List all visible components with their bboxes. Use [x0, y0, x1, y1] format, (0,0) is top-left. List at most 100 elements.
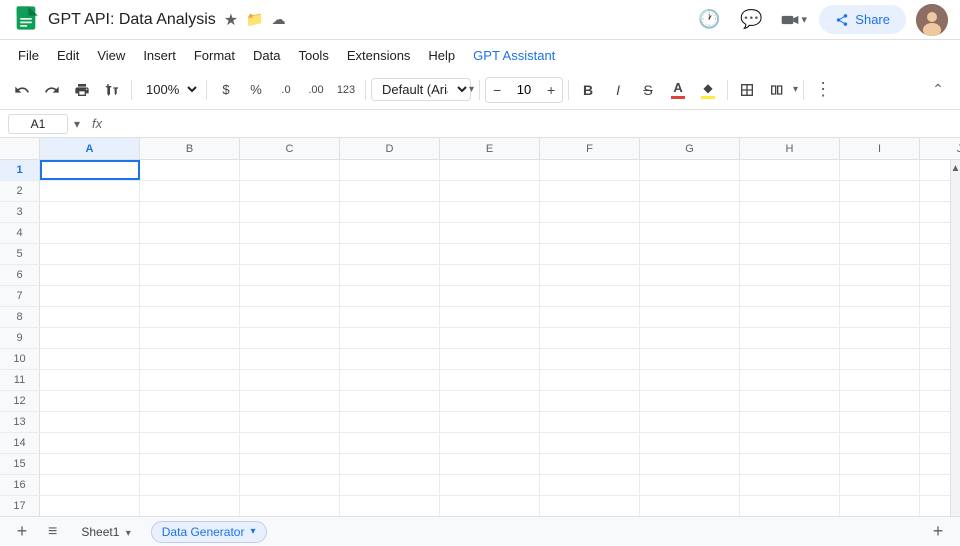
cell-f1[interactable]	[540, 160, 640, 180]
cell-i15[interactable]	[840, 454, 920, 474]
cell-f16[interactable]	[540, 475, 640, 495]
cell-e14[interactable]	[440, 433, 540, 453]
print-button[interactable]	[68, 76, 96, 104]
cell-h10[interactable]	[740, 349, 840, 369]
cell-d2[interactable]	[340, 181, 440, 201]
cell-b2[interactable]	[140, 181, 240, 201]
cell-d10[interactable]	[340, 349, 440, 369]
scroll-up-button[interactable]: ▲	[951, 160, 960, 176]
menu-edit[interactable]: Edit	[49, 44, 87, 67]
cell-e3[interactable]	[440, 202, 540, 222]
cell-d12[interactable]	[340, 391, 440, 411]
cell-f2[interactable]	[540, 181, 640, 201]
cell-c3[interactable]	[240, 202, 340, 222]
cell-f8[interactable]	[540, 307, 640, 327]
cell-a1[interactable]	[40, 160, 140, 180]
cell-i3[interactable]	[840, 202, 920, 222]
font-size-increase-button[interactable]: +	[540, 78, 562, 102]
row-num-6[interactable]: 6	[0, 265, 40, 285]
cell-i2[interactable]	[840, 181, 920, 201]
cell-a8[interactable]	[40, 307, 140, 327]
cell-b7[interactable]	[140, 286, 240, 306]
cell-f5[interactable]	[540, 244, 640, 264]
cell-f14[interactable]	[540, 433, 640, 453]
cell-h16[interactable]	[740, 475, 840, 495]
cell-h5[interactable]	[740, 244, 840, 264]
cell-e9[interactable]	[440, 328, 540, 348]
cell-d14[interactable]	[340, 433, 440, 453]
cell-e5[interactable]	[440, 244, 540, 264]
cell-d3[interactable]	[340, 202, 440, 222]
more-toolbar-button[interactable]: ⋮	[809, 76, 837, 104]
cell-c8[interactable]	[240, 307, 340, 327]
cell-b3[interactable]	[140, 202, 240, 222]
folder-icon[interactable]: 📁	[246, 11, 263, 28]
cell-c5[interactable]	[240, 244, 340, 264]
cell-g9[interactable]	[640, 328, 740, 348]
cell-c14[interactable]	[240, 433, 340, 453]
menu-extensions[interactable]: Extensions	[339, 44, 419, 67]
row-num-7[interactable]: 7	[0, 286, 40, 306]
strikethrough-button[interactable]: S	[634, 76, 662, 104]
fill-color-button[interactable]: ◆	[694, 76, 722, 104]
cell-f7[interactable]	[540, 286, 640, 306]
collapse-toolbar-button[interactable]: ⌃	[924, 76, 952, 104]
cell-e2[interactable]	[440, 181, 540, 201]
cell-b11[interactable]	[140, 370, 240, 390]
cell-c1[interactable]	[240, 160, 340, 180]
cell-f11[interactable]	[540, 370, 640, 390]
cell-a5[interactable]	[40, 244, 140, 264]
format-num-button[interactable]: 123	[332, 76, 360, 104]
cell-d16[interactable]	[340, 475, 440, 495]
cell-d8[interactable]	[340, 307, 440, 327]
cell-c15[interactable]	[240, 454, 340, 474]
cell-g5[interactable]	[640, 244, 740, 264]
cell-i11[interactable]	[840, 370, 920, 390]
row-num-17[interactable]: 17	[0, 496, 40, 516]
cell-e6[interactable]	[440, 265, 540, 285]
cell-a10[interactable]	[40, 349, 140, 369]
menu-gpt-assistant[interactable]: GPT Assistant	[465, 44, 563, 67]
font-family-select[interactable]: Default (Arial)ArialTimes New Roman	[371, 78, 471, 101]
cell-g1[interactable]	[640, 160, 740, 180]
cell-i14[interactable]	[840, 433, 920, 453]
col-header-g[interactable]: G	[640, 138, 740, 159]
cell-a17[interactable]	[40, 496, 140, 516]
zoom-select[interactable]: 100%75%125%150%	[137, 78, 201, 101]
cell-a16[interactable]	[40, 475, 140, 495]
row-num-5[interactable]: 5	[0, 244, 40, 264]
user-avatar[interactable]	[916, 4, 948, 36]
cell-a12[interactable]	[40, 391, 140, 411]
cell-h8[interactable]	[740, 307, 840, 327]
cell-b13[interactable]	[140, 412, 240, 432]
col-header-i[interactable]: I	[840, 138, 920, 159]
col-header-h[interactable]: H	[740, 138, 840, 159]
cell-h7[interactable]	[740, 286, 840, 306]
cell-d6[interactable]	[340, 265, 440, 285]
share-button[interactable]: Share	[819, 5, 906, 34]
cell-e8[interactable]	[440, 307, 540, 327]
cell-e10[interactable]	[440, 349, 540, 369]
cell-g10[interactable]	[640, 349, 740, 369]
cell-g11[interactable]	[640, 370, 740, 390]
history-button[interactable]: 🕐	[693, 4, 725, 36]
cell-i12[interactable]	[840, 391, 920, 411]
sheets-menu-button[interactable]: ≡	[44, 523, 61, 541]
cell-reference-input[interactable]	[8, 114, 68, 134]
cell-h4[interactable]	[740, 223, 840, 243]
cell-b4[interactable]	[140, 223, 240, 243]
cell-d11[interactable]	[340, 370, 440, 390]
cell-f9[interactable]	[540, 328, 640, 348]
add-sheet-button[interactable]: +	[8, 518, 36, 546]
scroll-track[interactable]	[951, 176, 960, 522]
row-num-11[interactable]: 11	[0, 370, 40, 390]
formula-input[interactable]	[114, 116, 952, 131]
cell-c2[interactable]	[240, 181, 340, 201]
menu-tools[interactable]: Tools	[290, 44, 336, 67]
cell-d17[interactable]	[340, 496, 440, 516]
cell-f6[interactable]	[540, 265, 640, 285]
cell-c4[interactable]	[240, 223, 340, 243]
cell-c6[interactable]	[240, 265, 340, 285]
cell-e16[interactable]	[440, 475, 540, 495]
sheet-tab-data-generator[interactable]: Data Generator ▾	[151, 521, 267, 543]
